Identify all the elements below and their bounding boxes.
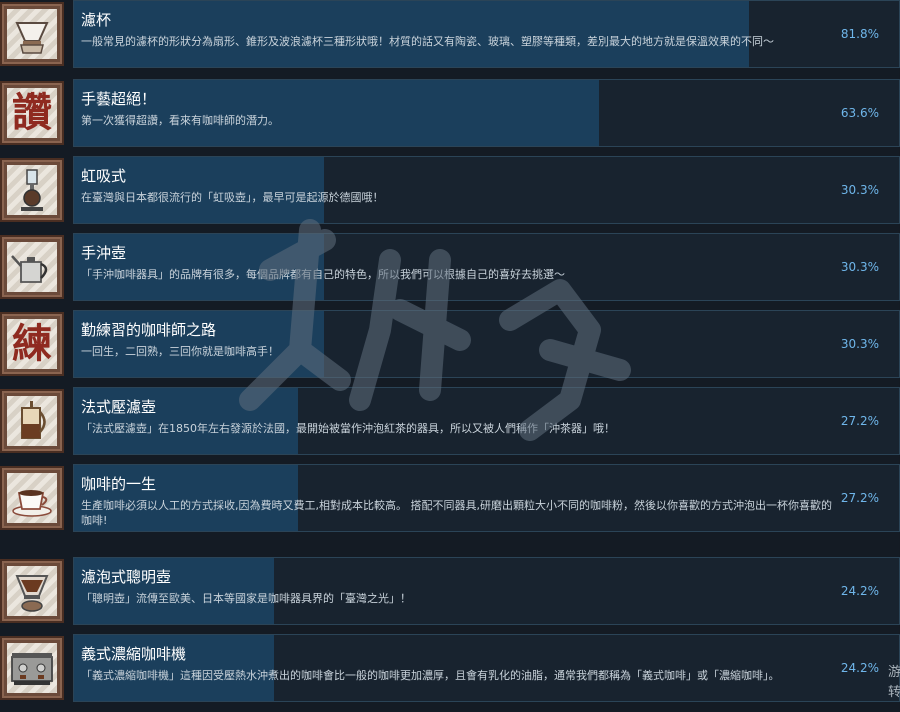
unlock-percent: 30.3%: [840, 183, 879, 197]
achievement-icon-frame: [0, 2, 64, 66]
achievement-panel: 濾泡式聰明壺「聰明壺」流傳至歐美、日本等國家是咖啡器具界的「臺灣之光」！ 24.2…: [73, 557, 900, 625]
achievement-row: 手沖壺「手沖咖啡器具」的品牌有很多，每個品牌都有自己的特色，所以我們可以根據自己…: [0, 233, 900, 301]
achievement-description: 「聰明壺」流傳至歐美、日本等國家是咖啡器具界的「臺灣之光」！: [81, 592, 411, 605]
achievement-title: 手藝超絕！: [81, 90, 157, 108]
kanji-zan-icon: 讚: [7, 88, 57, 138]
achievement-panel: 法式壓濾壺「法式壓濾壺」在1850年左右發源於法國，最開始被當作沖泡紅茶的器具，…: [73, 387, 900, 455]
clever-dripper-icon: [7, 566, 57, 616]
achievement-title: 手沖壺: [81, 244, 127, 262]
unlock-percent: 81.8%: [840, 27, 879, 41]
achievement-icon-frame: [0, 389, 64, 453]
achievement-panel: 咖啡的一生生產咖啡必須以人工的方式採收,因為費時又費工,相對成本比較高。 搭配不…: [73, 464, 900, 532]
edge-text: 游转: [888, 665, 900, 700]
achievement-title: 濾杯: [81, 11, 112, 29]
unlock-percent: 24.2%: [840, 661, 879, 675]
achievement-icon-frame: [0, 466, 64, 530]
achievement-row: 義式濃縮咖啡機「義式濃縮咖啡機」這種因受壓熱水沖煮出的咖啡會比一般的咖啡更加濃厚…: [0, 634, 900, 702]
achievement-icon-frame: [0, 559, 64, 623]
kettle-icon: [7, 242, 57, 292]
achievement-title: 虹吸式: [81, 167, 127, 185]
achievement-panel: 手沖壺「手沖咖啡器具」的品牌有很多，每個品牌都有自己的特色，所以我們可以根據自己…: [73, 233, 900, 301]
achievement-title: 濾泡式聰明壺: [81, 568, 172, 586]
achievement-panel: 濾杯一般常見的濾杯的形狀分為扇形、錐形及波浪濾杯三種形狀哦！材質的話又有陶瓷、玻…: [73, 0, 900, 68]
achievement-row: 濾泡式聰明壺「聰明壺」流傳至歐美、日本等國家是咖啡器具界的「臺灣之光」！ 24.2…: [0, 557, 900, 625]
achievement-description: 在臺灣與日本都很流行的「虹吸壺」，最早可是起源於德國哦！: [81, 191, 384, 204]
unlock-percent: 30.3%: [840, 260, 879, 274]
coffee-cup-icon: [7, 473, 57, 523]
achievement-row: 咖啡的一生生產咖啡必須以人工的方式採收,因為費時又費工,相對成本比較高。 搭配不…: [0, 464, 900, 532]
achievement-panel: 手藝超絕！ 第一次獲得超讚，看來有咖啡師的潛力。 63.6%: [73, 79, 900, 147]
unlock-percent: 30.3%: [840, 337, 879, 351]
achievement-row: 濾杯一般常見的濾杯的形狀分為扇形、錐形及波浪濾杯三種形狀哦！材質的話又有陶瓷、玻…: [0, 0, 900, 68]
unlock-percent: 63.6%: [840, 106, 879, 120]
achievement-row: 練 勤練習的咖啡師之路一回生，二回熟，三回你就是咖啡高手！ 30.3%: [0, 310, 900, 378]
achievement-panel: 勤練習的咖啡師之路一回生，二回熟，三回你就是咖啡高手！ 30.3%: [73, 310, 900, 378]
achievement-description: 一般常見的濾杯的形狀分為扇形、錐形及波浪濾杯三種形狀哦！材質的話又有陶瓷、玻璃、…: [81, 35, 774, 48]
achievement-row: 讚 手藝超絕！ 第一次獲得超讚，看來有咖啡師的潛力。 63.6%: [0, 79, 900, 147]
achievement-description: 「義式濃縮咖啡機」這種因受壓熱水沖煮出的咖啡會比一般的咖啡更加濃厚，且會有乳化的…: [81, 669, 780, 682]
french-press-icon: [7, 396, 57, 446]
achievement-description: 「法式壓濾壺」在1850年左右發源於法國，最開始被當作沖泡紅茶的器具，所以又被人…: [81, 422, 615, 435]
achievement-row: 法式壓濾壺「法式壓濾壺」在1850年左右發源於法國，最開始被當作沖泡紅茶的器具，…: [0, 387, 900, 455]
dripper-icon: [7, 9, 57, 59]
unlock-percent: 24.2%: [840, 584, 879, 598]
achievement-panel: 義式濃縮咖啡機「義式濃縮咖啡機」這種因受壓熱水沖煮出的咖啡會比一般的咖啡更加濃厚…: [73, 634, 900, 702]
achievement-description: 第一次獲得超讚，看來有咖啡師的潛力。: [81, 114, 279, 127]
unlock-percent: 27.2%: [840, 491, 879, 505]
achievement-panel: 虹吸式在臺灣與日本都很流行的「虹吸壺」，最早可是起源於德國哦！ 30.3%: [73, 156, 900, 224]
achievement-title: 義式濃縮咖啡機: [81, 645, 187, 663]
kanji-lian-icon: 練: [7, 319, 57, 369]
icon-glyph: 練: [12, 320, 52, 367]
achievement-description: 「手沖咖啡器具」的品牌有很多，每個品牌都有自己的特色，所以我們可以根據自己的喜好…: [81, 268, 565, 281]
achievement-description: 一回生，二回熟，三回你就是咖啡高手！: [81, 345, 279, 358]
achievement-title: 咖啡的一生: [81, 475, 157, 493]
achievement-icon-frame: 練: [0, 312, 64, 376]
achievement-icon-frame: [0, 636, 64, 700]
achievement-title: 勤練習的咖啡師之路: [81, 321, 217, 339]
achievement-title: 法式壓濾壺: [81, 398, 157, 416]
achievement-icon-frame: [0, 158, 64, 222]
espresso-machine-icon: [7, 643, 57, 693]
achievement-description: 生產咖啡必須以人工的方式採收,因為費時又費工,相對成本比較高。 搭配不同器具,研…: [81, 499, 832, 527]
achievement-icon-frame: 讚: [0, 81, 64, 145]
icon-glyph: 讚: [12, 89, 52, 136]
achievement-row: 虹吸式在臺灣與日本都很流行的「虹吸壺」，最早可是起源於德國哦！ 30.3%: [0, 156, 900, 224]
unlock-percent: 27.2%: [840, 414, 879, 428]
siphon-icon: [7, 165, 57, 215]
achievement-list: 濾杯一般常見的濾杯的形狀分為扇形、錐形及波浪濾杯三種形狀哦！材質的話又有陶瓷、玻…: [0, 0, 900, 712]
achievement-icon-frame: [0, 235, 64, 299]
